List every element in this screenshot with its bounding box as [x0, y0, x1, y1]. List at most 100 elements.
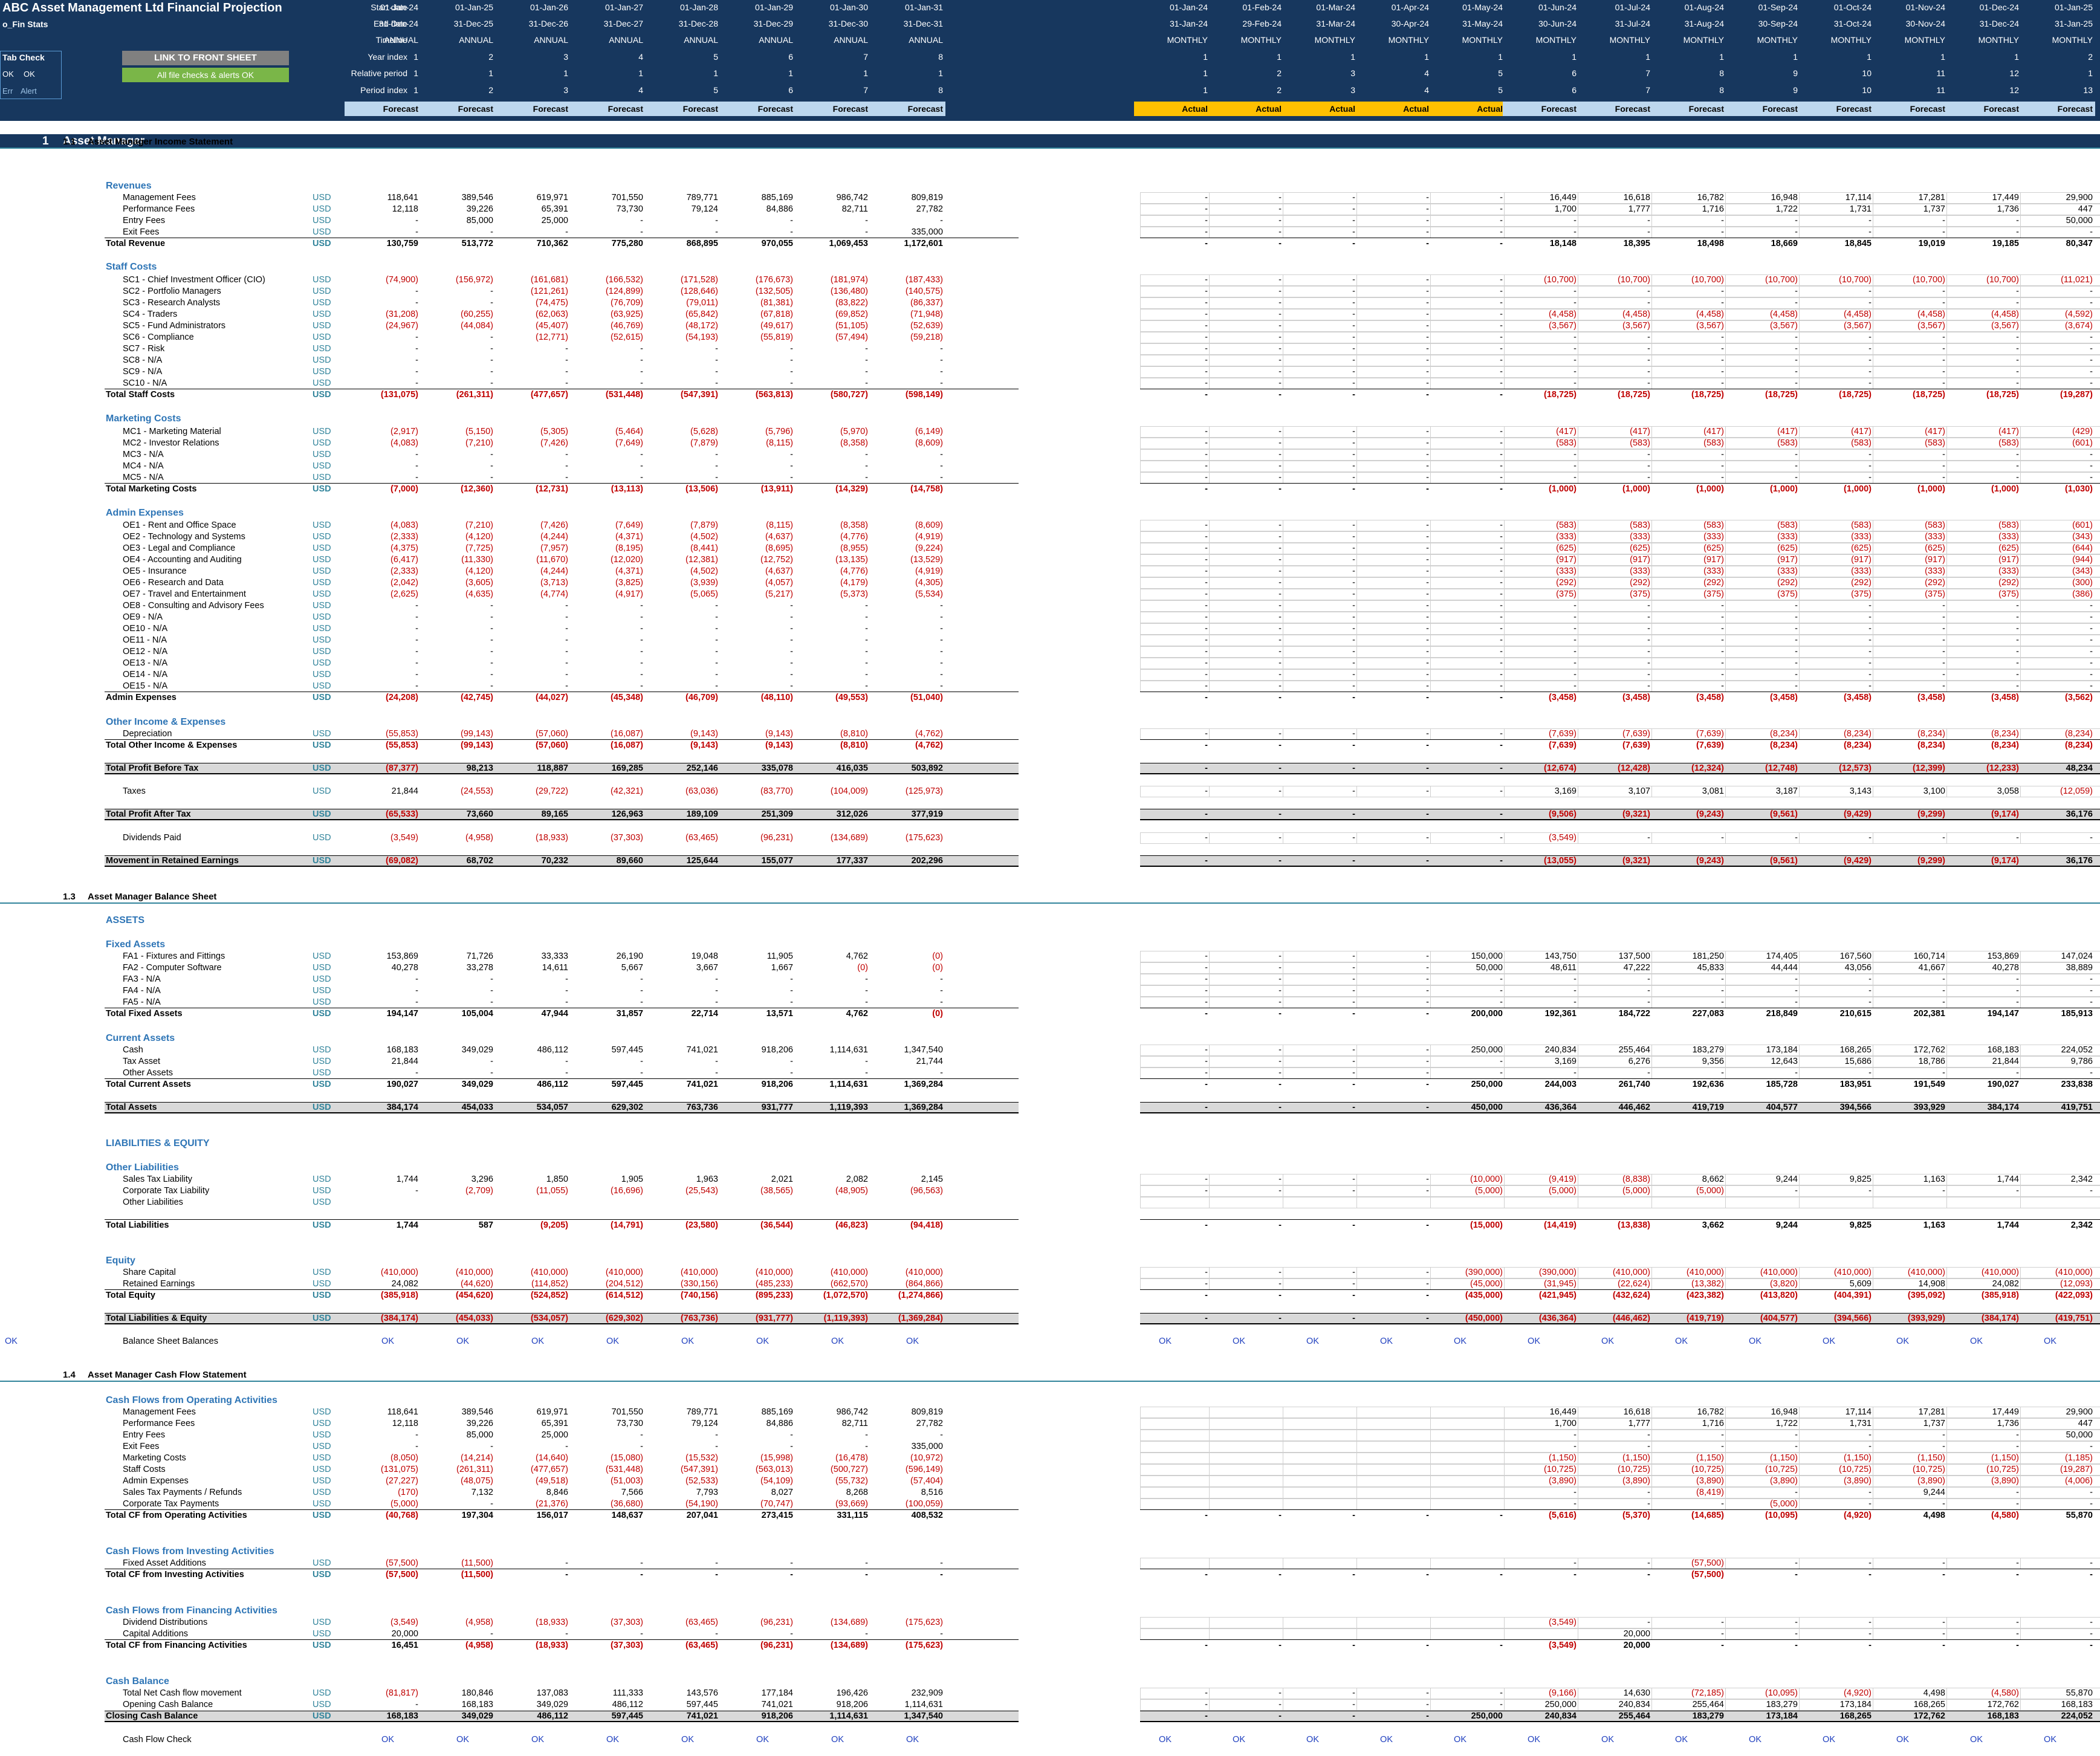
- timeline-cell: 30-Jun-24: [1538, 19, 1577, 28]
- err-label: Err: [2, 86, 13, 96]
- monthly-value: (375): [1851, 589, 1872, 599]
- annual-value: 73,660: [466, 809, 493, 819]
- timeline-cell: 01-Apr-24: [1391, 2, 1429, 12]
- annual-value: (4,083): [391, 520, 418, 530]
- link-to-front-sheet-button[interactable]: LINK TO FRONT SHEET: [122, 51, 289, 65]
- monthly-value: -: [1573, 1430, 1577, 1440]
- annual-value: (54,109): [760, 1476, 793, 1486]
- annual-value: (9,205): [540, 1220, 568, 1230]
- monthly-value: -: [2090, 1618, 2093, 1627]
- line-item-row: SC10 - N/A USD - - - - - - - - - - - - - - - - - - - - -: [0, 378, 2100, 389]
- annual-value: 65,391: [541, 204, 568, 214]
- monthly-value: (3,549): [1549, 1618, 1577, 1627]
- timeline-cell: ANNUAL: [384, 35, 418, 45]
- monthly-value: -: [2090, 473, 2093, 482]
- monthly-value: 18,845: [1844, 239, 1872, 248]
- line-item-row: Exit Fees USD - - - - - - -335,000- - - - - - - -: [0, 1441, 2100, 1453]
- annual-value: 25,000: [541, 216, 568, 225]
- annual-value: 335,000: [911, 1442, 943, 1451]
- monthly-value: 168,183: [1987, 1045, 2019, 1055]
- monthly-value: (625): [1998, 543, 2019, 553]
- cell-divider: [2020, 531, 2021, 543]
- monthly-value: -: [1352, 1700, 1355, 1709]
- monthly-value: 1,744: [1997, 1174, 2019, 1184]
- cell-divider: [1209, 204, 1210, 215]
- annual-value: -: [565, 612, 568, 622]
- annual-value: (48,075): [460, 1476, 493, 1486]
- monthly-value: -: [1647, 461, 1650, 471]
- monthly-value: (8,234): [2065, 740, 2093, 750]
- annual-value: (3,713): [540, 578, 568, 588]
- cell-divider: [1430, 472, 1431, 484]
- monthly-value: -: [1352, 1080, 1355, 1089]
- monthly-value: 1,736: [1997, 204, 2019, 214]
- check-status: OK: [1233, 1735, 1245, 1745]
- monthly-value: (12,573): [1838, 763, 1872, 773]
- annual-value: (0): [857, 963, 868, 973]
- timeline-cell: 8: [938, 85, 943, 95]
- monthly-value: -: [1647, 378, 1650, 388]
- check-status: OK: [1528, 1735, 1540, 1745]
- annual-value: -: [565, 986, 568, 996]
- row-unit: USD: [313, 193, 331, 202]
- row-label: Total Other Income & Expenses: [106, 740, 238, 750]
- cell-divider: [1946, 1498, 1947, 1510]
- cell-divider: [1504, 728, 1505, 740]
- cell-divider: [1504, 1628, 1505, 1640]
- monthly-value: 48,234: [2066, 763, 2093, 773]
- monthly-value: 6,276: [1628, 1057, 1650, 1066]
- monthly-value: 40,278: [1992, 963, 2019, 973]
- monthly-value: 16,449: [1549, 193, 1577, 202]
- monthly-value: -: [1278, 729, 1282, 739]
- monthly-value: (375): [1630, 589, 1650, 599]
- cell-divider: [1799, 985, 1800, 997]
- row-label: Corporate Tax Payments: [123, 1499, 219, 1509]
- monthly-value: -: [1205, 1174, 1208, 1184]
- row-unit: USD: [313, 1688, 331, 1698]
- cell-divider: [1430, 997, 1431, 1008]
- cell-divider: [1725, 227, 1726, 238]
- monthly-value: -: [1205, 1511, 1208, 1520]
- row-unit: USD: [313, 438, 331, 448]
- cell-divider: [1430, 612, 1431, 623]
- line-item-row: Taxes USD 21,844 (24,553) (29,722) (42,321) (6…: [0, 786, 2100, 797]
- monthly-value: (3,567): [1770, 321, 1798, 331]
- monthly-value: 168,183: [1987, 1711, 2019, 1721]
- row-label: Admin Expenses: [106, 508, 184, 518]
- monthly-value: (72,185): [1691, 1688, 1724, 1698]
- annual-value: (24,967): [385, 321, 418, 331]
- cell-divider: [1356, 1464, 1357, 1476]
- monthly-value: (292): [1851, 578, 1872, 588]
- monthly-value: -: [1352, 1009, 1355, 1019]
- cell-divider: [1946, 1430, 1947, 1441]
- annual-value: -: [790, 1629, 793, 1639]
- total-row: Total Other Income & Expenses USD (55,853)…: [0, 739, 2100, 751]
- monthly-value: (5,000): [1549, 1186, 1577, 1196]
- timeline-cell: 31-Jan-24: [1169, 19, 1208, 28]
- monthly-value: (1,150): [1770, 1453, 1798, 1463]
- cell-divider: [1651, 1174, 1652, 1185]
- cell-divider: [1799, 531, 1800, 543]
- annual-value: 89,165: [541, 809, 568, 819]
- annual-value: (74,475): [535, 298, 568, 308]
- monthly-value: -: [1352, 520, 1355, 530]
- monthly-value: -: [1868, 1558, 1872, 1568]
- annual-value: 486,112: [537, 1080, 568, 1089]
- monthly-value: 18,786: [1918, 1057, 1945, 1066]
- monthly-value: -: [1942, 997, 1945, 1007]
- monthly-value: -: [1795, 355, 1798, 365]
- line-item-row: OE10 - N/A USD - - - - - - - - - - - - - - - - - - - - -: [0, 623, 2100, 635]
- annual-value: (24,553): [460, 786, 493, 796]
- cell-divider: [1504, 215, 1505, 227]
- cell-divider: [1799, 378, 1800, 389]
- monthly-value: -: [2016, 1430, 2019, 1440]
- cell-divider: [1430, 286, 1431, 297]
- cell-divider: [1209, 227, 1210, 238]
- file-checks-status[interactable]: All file checks & alerts OK: [122, 68, 289, 82]
- row-label: SC7 - Risk: [123, 344, 165, 354]
- monthly-value: -: [1868, 1068, 1872, 1078]
- row-unit: USD: [313, 204, 331, 214]
- annual-value: -: [715, 635, 718, 645]
- annual-value: (662,570): [830, 1279, 868, 1289]
- cell-divider: [1356, 543, 1357, 554]
